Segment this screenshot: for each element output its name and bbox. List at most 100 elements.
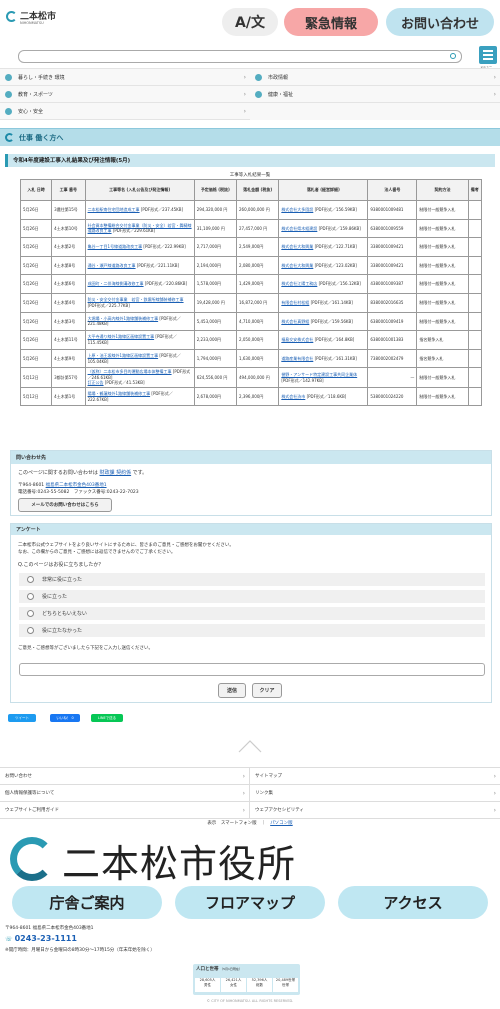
page-top-icon[interactable] bbox=[238, 739, 262, 753]
table-row: 5月26日 4土木第2号 亀谷一丁目1号線道路改良工事 [PDF形式／222.99K… bbox=[19, 237, 483, 257]
chevron-right-icon: › bbox=[242, 806, 245, 814]
table-header-cell: 備考 bbox=[467, 179, 483, 201]
nav-item-health[interactable]: 健康・福祉 › bbox=[250, 86, 500, 103]
name-link[interactable]: 上原・油王坂線外1路線区画線設置工事 bbox=[88, 353, 159, 358]
inquiry-dept-link[interactable]: 財政課 契約係 bbox=[100, 470, 132, 476]
footer-link-sitemap[interactable]: サイトマップ › bbox=[250, 768, 500, 785]
table-row: 5月26日 4土木第6号 成田町・二伴海線側溝改修工事 [PDF形式／220.86K… bbox=[19, 274, 483, 294]
nav-item-safety[interactable]: 安心・安全 › bbox=[0, 103, 250, 120]
winner-link[interactable]: 福島交安株式会社 bbox=[281, 337, 313, 342]
chevron-right-icon: › bbox=[493, 73, 496, 81]
cell-date: 5月26日 bbox=[19, 237, 53, 257]
cell-bid: 1,630,000円 bbox=[235, 348, 280, 369]
cell-price: 5,453,000円 bbox=[193, 311, 238, 332]
name-link[interactable]: 成田町・二伴海線側溝改修工事 bbox=[88, 281, 144, 286]
footer-link-privacy[interactable]: 個人情報保護等について › bbox=[0, 785, 250, 802]
radio-icon[interactable] bbox=[27, 593, 34, 600]
winner-link[interactable]: 道路産業有限会社 bbox=[281, 356, 313, 361]
radio-icon[interactable] bbox=[27, 576, 34, 583]
name-link[interactable]: （仮称）二本松市多目的運動広場本体整備工事 bbox=[88, 369, 172, 374]
radio-icon[interactable] bbox=[27, 610, 34, 617]
footer-link-links[interactable]: リンク集 › bbox=[250, 785, 500, 802]
clear-button[interactable]: クリア bbox=[252, 683, 282, 698]
chevron-right-icon: › bbox=[493, 806, 496, 814]
survey-box: アンケート 二本松市公式ウェブサイトをより良いサイトにするために、皆さまのご意見… bbox=[10, 523, 492, 703]
table-row: 5月26日 4土木第3号 大堀場・小高内線外1路線舗装補修工事 [PDF形式／221… bbox=[19, 311, 483, 332]
footer-phone[interactable]: ☏ 0243-23-1111 bbox=[5, 934, 77, 943]
footer-link-label: お問い合わせ bbox=[5, 774, 32, 779]
name-link[interactable]: 陽場・鶴蓮線外1路線舗装補修工事 bbox=[88, 391, 151, 396]
search-input[interactable] bbox=[18, 50, 462, 63]
table-header-cell: 落札者 (経営詳細) bbox=[278, 179, 369, 201]
footer-link-contact[interactable]: お問い合わせ › bbox=[0, 768, 250, 785]
cell-method: 制限付一般競争入札 bbox=[416, 237, 469, 257]
cell-no: 4土木第1号 bbox=[51, 386, 86, 407]
winner-link[interactable]: 株式会社大和興業 bbox=[281, 263, 313, 268]
search-icon[interactable] bbox=[450, 53, 456, 59]
correction-link[interactable]: 訂正公告 bbox=[88, 380, 104, 385]
winner-link[interactable]: 有限会社村松組 bbox=[281, 300, 309, 305]
emergency-info-button[interactable]: 緊急情報 bbox=[284, 8, 378, 36]
name-link[interactable]: 二本松駅南住宅団地造成工事 bbox=[88, 207, 140, 212]
radio-icon[interactable] bbox=[27, 627, 34, 634]
nav-label: 安心・安全 bbox=[18, 108, 44, 115]
mail-inquiry-button[interactable]: メールでのお問い合わせはこちら bbox=[18, 498, 112, 512]
cell-bid: 2,080,000円 bbox=[235, 255, 280, 276]
footer-link-guide[interactable]: ウェブサイトご利用ガイド › bbox=[0, 802, 250, 819]
survey-option[interactable]: どちらともいえない bbox=[19, 607, 485, 620]
inquiry-address: 〒964-8601 福島県二本松市金色403番地1 bbox=[18, 482, 107, 488]
line-share-button[interactable]: LINEで送る bbox=[91, 714, 123, 722]
facebook-like-button[interactable]: いいね！ 0 bbox=[50, 714, 80, 722]
survey-option[interactable]: 役に立った bbox=[19, 590, 485, 603]
table-header-cell: 入札 日時 bbox=[19, 179, 53, 201]
access-button[interactable]: アクセス bbox=[338, 886, 488, 919]
footer-link-accessibility[interactable]: ウェブアクセシビリティ › bbox=[250, 802, 500, 819]
winner-link[interactable]: 株式会社渋市 bbox=[281, 394, 305, 399]
house-icon bbox=[5, 73, 12, 81]
phone-icon: ☏ bbox=[5, 936, 15, 943]
name-link[interactable]: 亀谷一丁目1号線道路改良工事 bbox=[88, 244, 143, 249]
pc-link[interactable]: パソコン版 bbox=[270, 821, 293, 826]
site-logo[interactable]: 二本松市 NIHONMATSU bbox=[6, 8, 62, 30]
winner-link[interactable]: 株式会社江陽工務店 bbox=[281, 281, 317, 286]
menu-button[interactable]: メニュー bbox=[479, 46, 497, 69]
nav-item-living[interactable]: 暮らし・手続き 環境 › bbox=[0, 69, 250, 86]
survey-title: アンケート bbox=[11, 524, 491, 535]
city-name: 二本松市役所 bbox=[62, 842, 297, 886]
nav-item-education[interactable]: 教育・スポーツ › bbox=[0, 86, 250, 103]
winner-link[interactable]: 誉野・アンサード特定建設工事共同企業体 bbox=[281, 372, 357, 377]
city-logo[interactable]: 二本松市役所 bbox=[10, 833, 310, 886]
cell-corp: 4380001009387 bbox=[367, 274, 418, 294]
language-button[interactable]: A/文 bbox=[222, 8, 278, 36]
file-info: [PDF形式／229.61KB] bbox=[111, 228, 156, 234]
cell-date: 5月26日 bbox=[19, 311, 53, 332]
name-link[interactable]: 通谷・瀬戸線道路改良工事 bbox=[88, 263, 136, 268]
office-guide-button[interactable]: 庁舎ご案内 bbox=[12, 886, 162, 919]
cell-corp: — bbox=[367, 367, 418, 388]
smartphone-link[interactable]: スマートフォン版 bbox=[221, 821, 257, 826]
comment-textarea[interactable] bbox=[19, 663, 485, 676]
nav-item-city[interactable]: 市政情報 › bbox=[250, 69, 500, 86]
cell-date: 5月26日 bbox=[19, 200, 53, 220]
survey-option[interactable]: 非常に役に立った bbox=[19, 573, 485, 586]
table-caption: 工事等入札結果一覧 bbox=[229, 173, 271, 178]
population-stat: 20,489世帯 世帯 bbox=[273, 978, 298, 992]
address-link[interactable]: 福島県二本松市金色403番地1 bbox=[46, 483, 107, 488]
name-link[interactable]: 防災・安全交付金事業 若宮・鉄塀所線舗装補修工事 bbox=[88, 297, 184, 302]
contact-button[interactable]: お問い合わせ bbox=[386, 8, 494, 36]
tweet-button[interactable]: ツイート bbox=[8, 714, 36, 722]
floor-map-button[interactable]: フロアマップ bbox=[175, 886, 325, 919]
winner-link[interactable]: 株式会社真野組 bbox=[281, 319, 309, 324]
winner-link[interactable]: 株式会社県木組建設 bbox=[281, 226, 317, 231]
survey-option[interactable]: 役に立たなかった bbox=[19, 624, 485, 637]
winner-link[interactable]: 株式会社大多園設 bbox=[281, 207, 313, 212]
winner-link[interactable]: 株式会社大和興業 bbox=[281, 244, 313, 249]
footer-address: 〒964-8601 福島県二本松市金色403番地1 bbox=[5, 926, 94, 931]
cell-note bbox=[467, 367, 483, 388]
name-link[interactable]: 大堀場・小高内線外1路線舗装補修工事 bbox=[88, 316, 159, 321]
table-header-cell: 契約方法 bbox=[416, 179, 469, 201]
population-stat: 28,605人 男性 bbox=[195, 978, 220, 992]
submit-button[interactable]: 送信 bbox=[218, 683, 246, 698]
option-label: どちらともいえない bbox=[42, 611, 87, 617]
name-link[interactable]: 大平寺通り線外1路線区画線設置工事 bbox=[88, 334, 155, 339]
